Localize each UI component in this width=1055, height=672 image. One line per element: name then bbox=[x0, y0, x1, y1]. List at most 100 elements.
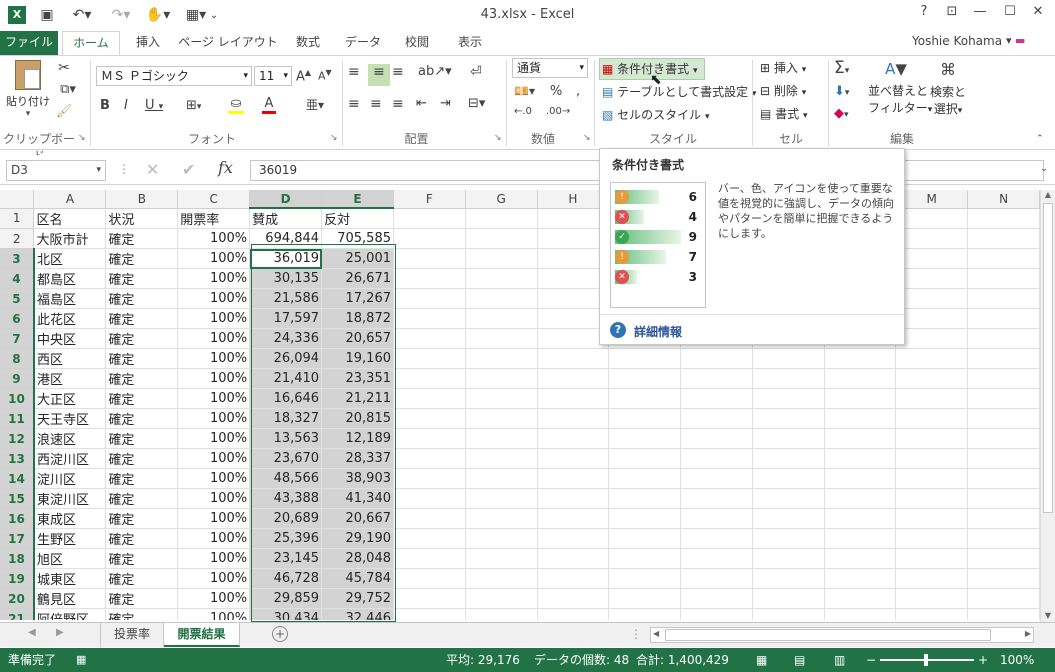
cell[interactable] bbox=[537, 468, 610, 489]
cell[interactable] bbox=[680, 588, 753, 609]
increase-decimal-icon[interactable]: ←.0 bbox=[514, 106, 532, 117]
cell[interactable] bbox=[895, 488, 969, 509]
format-cells-button[interactable]: ▤ 書式 ▾ bbox=[760, 106, 808, 124]
cell[interactable] bbox=[752, 568, 825, 589]
tab-page-layout[interactable]: ページ レイアウト bbox=[178, 31, 278, 55]
cell[interactable]: 確定 bbox=[105, 248, 179, 269]
cell[interactable] bbox=[608, 568, 682, 589]
cell[interactable]: 100% bbox=[177, 568, 251, 589]
cell[interactable]: 32,446 bbox=[321, 608, 394, 620]
grow-font-icon[interactable]: A▲ bbox=[296, 68, 311, 84]
cell[interactable] bbox=[393, 248, 466, 269]
cell[interactable] bbox=[967, 368, 1040, 389]
confirm-entry-icon[interactable]: ✔ bbox=[182, 160, 195, 179]
cell[interactable]: 生野区 bbox=[33, 528, 107, 549]
cell[interactable] bbox=[752, 468, 825, 489]
cell[interactable]: 淀川区 bbox=[33, 468, 107, 489]
autosum-icon[interactable]: Σ▾ bbox=[834, 58, 849, 78]
cell[interactable] bbox=[608, 488, 682, 509]
cell[interactable] bbox=[967, 428, 1040, 449]
cell[interactable]: 20,667 bbox=[321, 508, 394, 529]
cell[interactable]: 48,566 bbox=[249, 468, 323, 489]
cell[interactable]: 46,728 bbox=[249, 568, 323, 589]
cell[interactable] bbox=[824, 528, 897, 549]
cell[interactable]: 100% bbox=[177, 308, 251, 329]
cell[interactable]: 21,410 bbox=[249, 368, 323, 389]
cell[interactable] bbox=[465, 448, 538, 469]
cell[interactable]: 21,211 bbox=[321, 388, 394, 409]
increase-indent-icon[interactable]: ⇥ bbox=[440, 96, 451, 111]
cell[interactable] bbox=[895, 448, 969, 469]
cell[interactable] bbox=[465, 288, 538, 309]
zoom-slider-thumb[interactable] bbox=[924, 654, 928, 666]
row-header[interactable]: 7 bbox=[0, 328, 35, 349]
horizontal-scrollbar[interactable]: ◀ ▶ bbox=[650, 627, 1034, 643]
cell[interactable] bbox=[824, 428, 897, 449]
cell[interactable] bbox=[465, 568, 538, 589]
row-header[interactable]: 3 bbox=[0, 248, 35, 269]
fill-icon[interactable]: ⬇▾ bbox=[834, 84, 849, 99]
cell[interactable] bbox=[393, 208, 466, 229]
insert-function-icon[interactable]: fx bbox=[218, 158, 233, 177]
hscroll-left-icon[interactable]: ◀ bbox=[653, 629, 659, 638]
cell[interactable] bbox=[824, 608, 897, 620]
cell[interactable] bbox=[680, 528, 753, 549]
zoom-in-icon[interactable]: + bbox=[978, 648, 988, 672]
column-header[interactable]: N bbox=[967, 190, 1040, 209]
row-header[interactable]: 16 bbox=[0, 508, 35, 529]
cell[interactable] bbox=[465, 388, 538, 409]
cell[interactable]: 19,160 bbox=[321, 348, 394, 369]
cell[interactable] bbox=[967, 208, 1040, 229]
tab-insert[interactable]: 挿入 bbox=[124, 31, 172, 55]
cell[interactable] bbox=[608, 608, 682, 620]
row-header[interactable]: 2 bbox=[0, 228, 35, 249]
cell[interactable] bbox=[967, 608, 1040, 620]
font-size-dropdown[interactable]: 11 ▾ bbox=[254, 66, 292, 86]
cell[interactable] bbox=[537, 408, 610, 429]
cell[interactable] bbox=[465, 528, 538, 549]
cell[interactable]: 100% bbox=[177, 468, 251, 489]
cell[interactable] bbox=[393, 608, 466, 620]
cell[interactable]: 確定 bbox=[105, 368, 179, 389]
cell[interactable] bbox=[967, 528, 1040, 549]
cell[interactable]: 中央区 bbox=[33, 328, 107, 349]
cell[interactable] bbox=[608, 348, 682, 369]
dialog-launcher-icon[interactable]: ↘ bbox=[494, 133, 502, 143]
cancel-entry-icon[interactable]: ✕ bbox=[146, 160, 159, 179]
border-icon[interactable]: ⊞▾ bbox=[186, 98, 201, 113]
merge-center-icon[interactable]: ⊟▾ bbox=[468, 96, 485, 111]
cell[interactable] bbox=[967, 448, 1040, 469]
find-select-button[interactable]: ⌘ 検索と 選択▾ bbox=[928, 60, 968, 117]
cell[interactable]: 100% bbox=[177, 288, 251, 309]
cell[interactable] bbox=[967, 408, 1040, 429]
cell[interactable] bbox=[824, 488, 897, 509]
cell[interactable] bbox=[537, 488, 610, 509]
dialog-launcher-icon[interactable]: ↘ bbox=[78, 133, 86, 143]
cell[interactable]: 確定 bbox=[105, 608, 179, 620]
dialog-launcher-icon[interactable]: ↘ bbox=[330, 133, 338, 143]
cell[interactable] bbox=[465, 428, 538, 449]
cell[interactable]: 確定 bbox=[105, 388, 179, 409]
cell[interactable] bbox=[465, 208, 538, 229]
cell[interactable]: 確定 bbox=[105, 348, 179, 369]
cell-styles-button[interactable]: ▧ セルのスタイル ▾ bbox=[602, 107, 710, 125]
cell[interactable]: 20,657 bbox=[321, 328, 394, 349]
cell[interactable] bbox=[967, 508, 1040, 529]
hscroll-thumb[interactable] bbox=[665, 629, 991, 641]
cell[interactable] bbox=[824, 468, 897, 489]
cell[interactable]: 100% bbox=[177, 348, 251, 369]
zoom-level[interactable]: 100% bbox=[1000, 648, 1034, 672]
cell[interactable]: 100% bbox=[177, 548, 251, 569]
cell[interactable] bbox=[824, 448, 897, 469]
cell[interactable] bbox=[537, 348, 610, 369]
cell[interactable]: 30,135 bbox=[249, 268, 323, 289]
row-header[interactable]: 9 bbox=[0, 368, 35, 389]
decrease-indent-icon[interactable]: ⇤ bbox=[416, 96, 427, 111]
align-left-icon[interactable]: ≡ bbox=[348, 96, 360, 112]
cell[interactable]: 36,019 bbox=[249, 248, 323, 269]
cell[interactable]: 確定 bbox=[105, 228, 179, 249]
cell[interactable] bbox=[393, 328, 466, 349]
cell[interactable]: 100% bbox=[177, 608, 251, 620]
cell[interactable] bbox=[393, 448, 466, 469]
cell[interactable] bbox=[608, 468, 682, 489]
